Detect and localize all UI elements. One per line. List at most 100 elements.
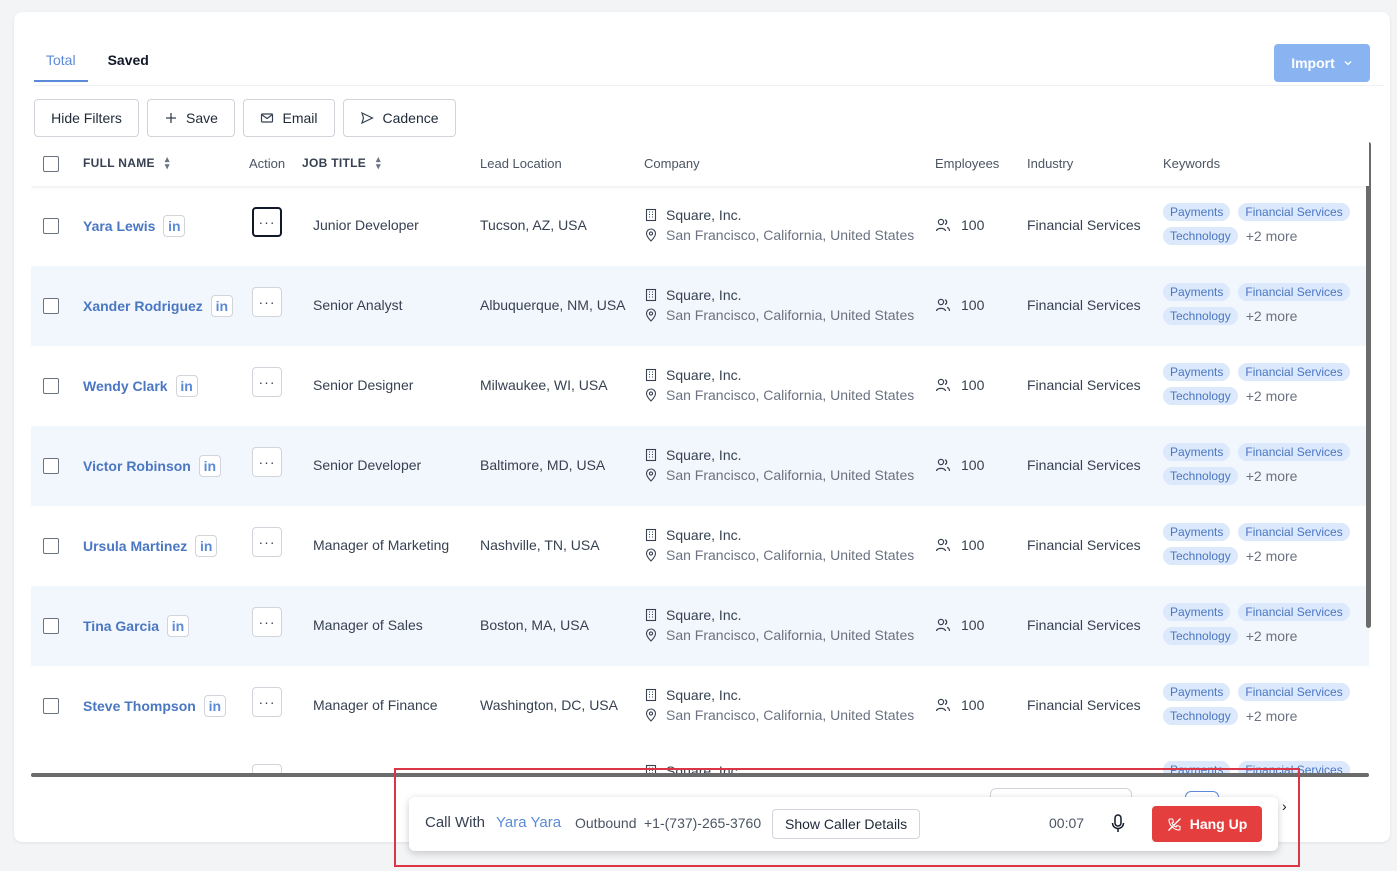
linkedin-icon[interactable]: in: [163, 215, 186, 237]
employee-count: 100: [961, 617, 985, 633]
more-keywords-link[interactable]: +2 more: [1246, 388, 1298, 404]
users-icon: [935, 538, 951, 552]
col-lead-location: Lead Location: [480, 156, 562, 171]
full-name-cell: Steve Thompson in: [83, 695, 226, 717]
keyword-badge: Financial Services: [1238, 683, 1350, 701]
col-job-title[interactable]: JOB TITLE ▴ ▾: [302, 155, 381, 171]
action-menu-button[interactable]: ···: [252, 687, 282, 717]
lead-location: Baltimore, MD, USA: [480, 457, 606, 473]
action-menu-button[interactable]: ···: [252, 287, 282, 317]
col-lead-location-label: Lead Location: [480, 156, 562, 171]
action-menu-button[interactable]: ···: [252, 447, 282, 477]
location-pin-icon: [645, 308, 657, 322]
caller-name[interactable]: Yara Yara: [496, 814, 561, 831]
col-action: Action: [249, 156, 285, 171]
company-location: San Francisco, California, United States: [666, 547, 915, 563]
industry: Financial Services: [1027, 617, 1141, 633]
more-keywords-link[interactable]: +2 more: [1246, 468, 1298, 484]
keyword-badge: Financial Services: [1238, 443, 1350, 461]
lead-name-link[interactable]: Yara Lewis: [83, 218, 155, 234]
industry: Financial Services: [1027, 217, 1141, 233]
row-checkbox[interactable]: [43, 298, 59, 314]
send-icon: [361, 111, 375, 125]
show-caller-details-button[interactable]: Show Caller Details: [772, 809, 921, 839]
save-label: Save: [186, 110, 218, 126]
location-pin-icon: [645, 468, 657, 482]
row-checkbox[interactable]: [43, 538, 59, 554]
table-row: Steve Thompson in ··· Manager of Finance…: [31, 666, 1369, 746]
tab-saved[interactable]: Saved: [96, 48, 161, 82]
row-checkbox[interactable]: [43, 378, 59, 394]
company-name: Square, Inc.: [666, 447, 742, 463]
job-title: Manager of Sales: [313, 617, 423, 633]
hide-filters-button[interactable]: Hide Filters: [34, 99, 139, 137]
cadence-button[interactable]: Cadence: [343, 99, 456, 137]
col-company-label: Company: [644, 156, 700, 171]
col-action-label: Action: [249, 156, 286, 171]
linkedin-icon[interactable]: in: [167, 615, 190, 637]
table-row-partial: Square, Inc. Payments Financial Services: [31, 746, 1369, 774]
more-keywords-link[interactable]: +2 more: [1246, 308, 1298, 324]
users-icon: [935, 298, 951, 312]
lead-name-link[interactable]: Victor Robinson: [83, 458, 191, 474]
col-full-name[interactable]: FULL NAME ▴ ▾: [83, 154, 170, 171]
row-checkbox[interactable]: [43, 218, 59, 234]
building-icon: [645, 288, 657, 302]
linkedin-icon[interactable]: in: [203, 695, 226, 717]
employee-count: 100: [961, 217, 985, 233]
lead-name-link[interactable]: Steve Thompson: [83, 698, 196, 714]
more-keywords-link[interactable]: +2 more: [1246, 228, 1298, 244]
hide-filters-label: Hide Filters: [51, 110, 122, 126]
keywords-cell: Payments Financial Services Technology +…: [1163, 603, 1363, 645]
employees-cell: 100: [935, 217, 984, 233]
more-keywords-link[interactable]: +2 more: [1246, 628, 1298, 644]
microphone-icon[interactable]: [1110, 813, 1126, 835]
action-menu-button[interactable]: ···: [252, 207, 282, 237]
horizontal-scrollbar[interactable]: [31, 773, 1369, 777]
action-menu-button[interactable]: ···: [252, 527, 282, 557]
keyword-badge: Technology: [1163, 627, 1238, 645]
call-with-label: Call With: [425, 814, 486, 831]
lead-name-link[interactable]: Ursula Martinez: [83, 538, 187, 554]
full-name-cell: Wendy Clark in: [83, 375, 198, 397]
keyword-badge: Financial Services: [1238, 283, 1350, 301]
action-menu-button[interactable]: ···: [252, 607, 282, 637]
action-menu-button[interactable]: ···: [252, 367, 282, 397]
linkedin-icon[interactable]: in: [175, 375, 198, 397]
select-all-checkbox[interactable]: [43, 156, 59, 172]
hang-up-button[interactable]: Hang Up: [1152, 806, 1262, 842]
employees-cell: 100: [935, 297, 984, 313]
sort-icon: ▴ ▾: [164, 154, 170, 171]
next-page-button[interactable]: ›: [1282, 798, 1287, 814]
more-icon: ···: [252, 687, 282, 717]
row-checkbox[interactable]: [43, 618, 59, 634]
save-button[interactable]: Save: [147, 99, 235, 137]
keyword-badge: Financial Services: [1238, 523, 1350, 541]
vertical-scrollbar[interactable]: [1366, 142, 1371, 628]
row-checkbox[interactable]: [43, 698, 59, 714]
lead-name-link[interactable]: Tina Garcia: [83, 618, 159, 634]
lead-name-link[interactable]: Wendy Clark: [83, 378, 168, 394]
row-checkbox[interactable]: [43, 458, 59, 474]
linkedin-icon[interactable]: in: [198, 455, 221, 477]
keyword-badge: Payments: [1163, 283, 1231, 301]
company-name: Square, Inc.: [666, 367, 742, 383]
tab-total[interactable]: Total: [34, 48, 88, 82]
building-icon: [645, 528, 657, 542]
lead-name-link[interactable]: Xander Rodriguez: [83, 298, 203, 314]
job-title: Manager of Finance: [313, 697, 438, 713]
import-button[interactable]: Import: [1274, 44, 1370, 82]
keyword-badge: Technology: [1163, 227, 1238, 245]
call-bar: Call With Yara Yara Outbound +1-(737)-26…: [409, 797, 1278, 851]
more-keywords-link[interactable]: +2 more: [1246, 548, 1298, 564]
more-icon: ···: [252, 607, 282, 637]
job-title: Senior Analyst: [313, 297, 403, 313]
location-pin-icon: [645, 708, 657, 722]
linkedin-icon[interactable]: in: [195, 535, 218, 557]
keywords-cell: Payments Financial Services Technology +…: [1163, 363, 1363, 405]
email-button[interactable]: Email: [243, 99, 335, 137]
more-keywords-link[interactable]: +2 more: [1246, 708, 1298, 724]
linkedin-icon[interactable]: in: [210, 295, 233, 317]
job-title: Senior Developer: [313, 457, 422, 473]
company-cell: Square, Inc. San Francisco, California, …: [644, 367, 914, 403]
